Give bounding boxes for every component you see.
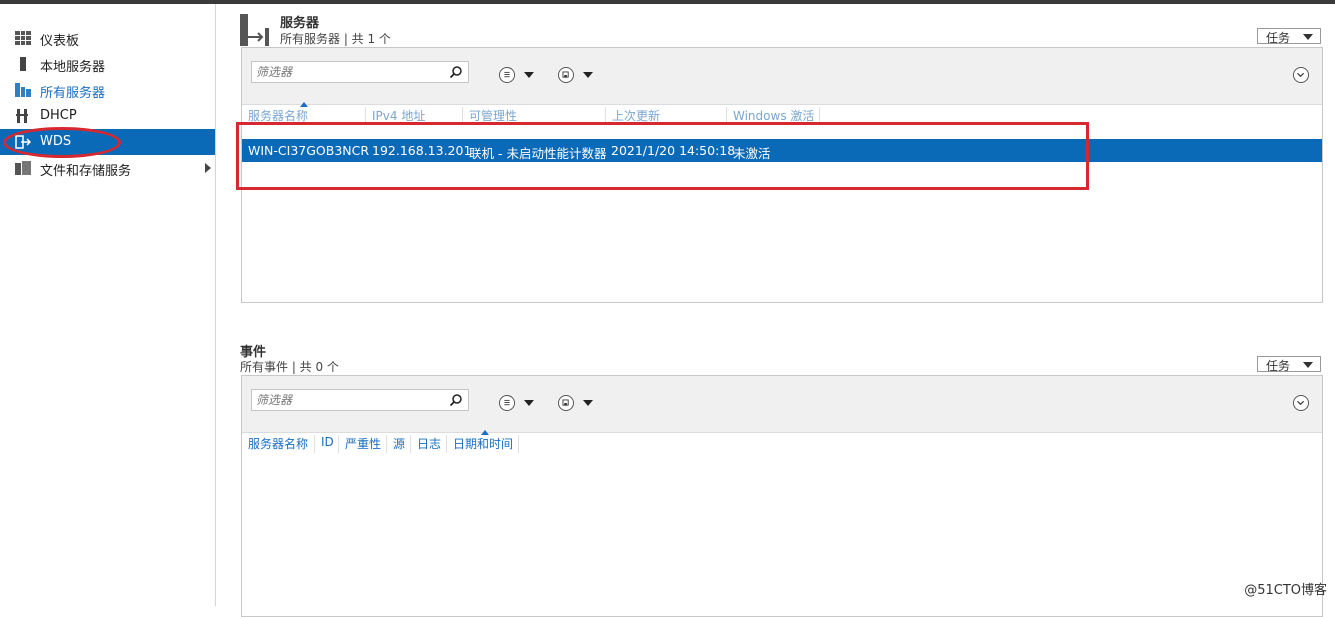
column-header-source[interactable]: 源 [387, 435, 411, 453]
sidebar-item-file-storage[interactable]: 文件和存储服务 [0, 155, 215, 181]
servers-section-icon [240, 14, 269, 46]
expand-panel-icon[interactable] [1293, 395, 1309, 411]
local-server-icon [20, 57, 26, 71]
save-query-icon[interactable] [558, 67, 574, 83]
column-label: Windows 激活 [733, 109, 815, 123]
column-label: 源 [393, 437, 406, 451]
annotation-rectangle [236, 122, 1089, 190]
tasks-label: 任务 [1266, 359, 1291, 373]
sidebar-item-label: 所有服务器 [40, 86, 106, 101]
events-toolbar [242, 376, 1322, 433]
column-label: 严重性 [345, 437, 382, 451]
column-header-datetime[interactable]: 日期和时间 [447, 430, 519, 453]
save-query-dropdown-icon[interactable] [583, 400, 593, 406]
expand-arrow-icon[interactable] [205, 163, 211, 173]
dashboard-grid-icon [15, 31, 31, 45]
expand-panel-icon[interactable] [1293, 67, 1309, 83]
all-servers-icon [15, 83, 31, 97]
sort-indicator-icon [300, 102, 308, 107]
chevron-down-icon [1303, 34, 1313, 40]
list-view-dropdown-icon[interactable] [524, 400, 534, 406]
servers-subtitle: 所有服务器 | 共 1 个 [280, 32, 391, 46]
save-query-dropdown-icon[interactable] [583, 72, 593, 78]
column-header-id[interactable]: ID [315, 435, 339, 453]
watermark: @51CTO博客 [1244, 583, 1327, 598]
chevron-down-icon [1303, 362, 1313, 368]
sidebar: 仪表板 本地服务器 所有服务器 DHCP WDS 文件和存储服务 [0, 4, 216, 606]
sort-indicator-icon [481, 430, 489, 435]
dhcp-icon [16, 109, 28, 123]
column-header-server-name[interactable]: 服务器名称 [242, 435, 315, 453]
sidebar-item-label: 本地服务器 [40, 60, 106, 75]
column-label: 日志 [417, 437, 442, 451]
file-storage-icon [15, 161, 31, 175]
search-icon[interactable] [450, 394, 462, 406]
column-label: ID [321, 435, 334, 449]
column-header-severity[interactable]: 严重性 [339, 435, 387, 453]
list-view-dropdown-icon[interactable] [524, 72, 534, 78]
servers-tasks-button[interactable]: 任务 [1257, 28, 1321, 45]
events-subtitle: 所有事件 | 共 0 个 [240, 360, 339, 374]
column-label: 日期和时间 [453, 437, 514, 451]
servers-filter-box [251, 61, 469, 83]
column-label: 服务器名称 [248, 437, 309, 451]
servers-filter-input[interactable] [252, 62, 440, 82]
sidebar-item-dashboard[interactable]: 仪表板 [0, 25, 215, 51]
events-panel: 服务器名称 ID 严重性 源 日志 日期和时间 [241, 375, 1323, 617]
list-view-icon[interactable] [499, 395, 515, 411]
save-query-icon[interactable] [558, 395, 574, 411]
events-tasks-button[interactable]: 任务 [1257, 356, 1321, 373]
servers-toolbar [242, 48, 1322, 105]
search-icon[interactable] [450, 66, 462, 78]
column-label: 上次更新 [612, 109, 661, 123]
sidebar-item-local-server[interactable]: 本地服务器 [0, 51, 215, 77]
sidebar-item-label: DHCP [40, 108, 77, 123]
tasks-label: 任务 [1266, 31, 1291, 45]
column-label: 可管理性 [469, 109, 518, 123]
sidebar-item-label: 文件和存储服务 [40, 164, 132, 179]
sidebar-item-all-servers[interactable]: 所有服务器 [0, 77, 215, 103]
column-label: IPv4 地址 [372, 109, 426, 123]
sidebar-item-label: 仪表板 [40, 34, 80, 49]
column-header-log[interactable]: 日志 [411, 435, 447, 453]
list-view-icon[interactable] [499, 67, 515, 83]
column-label: 服务器名称 [248, 109, 309, 123]
servers-title: 服务器 [280, 16, 320, 31]
sidebar-item-dhcp[interactable]: DHCP [0, 103, 215, 129]
annotation-ellipse [3, 127, 121, 158]
events-filter-input[interactable] [252, 390, 440, 410]
events-filter-box [251, 389, 469, 411]
